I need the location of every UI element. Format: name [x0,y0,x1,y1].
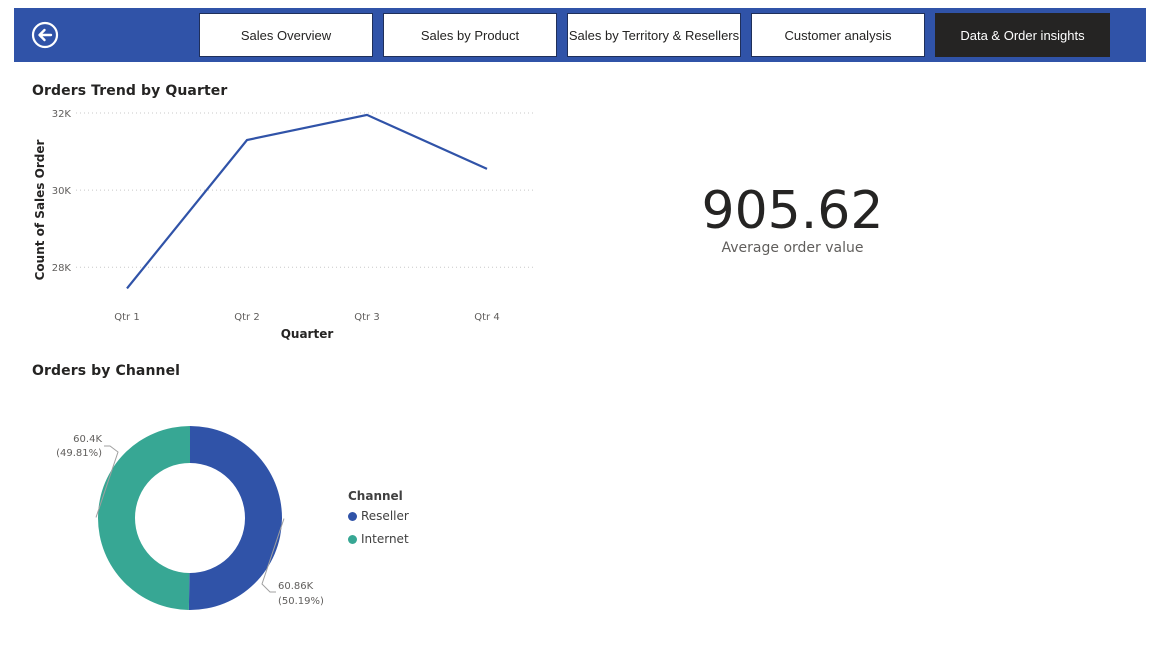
legend-item-reseller[interactable]: Reseller [348,509,409,523]
donut-percent-label: (50.19%) [278,596,324,607]
orders-by-channel-donut-chart: 60.86K (50.19%) 60.4K (49.81%) [56,426,324,610]
legend-dot-reseller [348,511,357,521]
y-tick-label: 30K [52,186,72,197]
kpi-label: Average order value [721,240,864,256]
tab-sales-by-territory-resellers[interactable]: Sales by Territory & Resellers [567,13,741,57]
legend-label-internet: Internet [361,532,409,546]
x-tick-label: Qtr 4 [474,312,499,323]
legend-dot-internet [348,534,357,544]
x-tick-label: Qtr 2 [234,312,259,323]
kpi-value: 905.62 [701,181,884,241]
donut-chart-title: Orders by Channel [32,363,181,379]
x-axis-title: Quarter [281,327,334,341]
tab-data-order-insights[interactable]: Data & Order insights [935,13,1110,57]
y-tick-label: 32K [52,109,72,120]
donut-data-label: 60.86K [278,581,314,592]
x-tick-label: Qtr 3 [354,312,379,323]
donut-data-label: 60.4K [73,434,102,445]
tab-customer-analysis[interactable]: Customer analysis [751,13,925,57]
legend-title: Channel [348,489,403,503]
x-tick-label: Qtr 1 [114,312,139,323]
legend-label-reseller: Reseller [361,509,409,523]
donut-slice-reseller[interactable] [188,426,283,610]
y-axis-title: Count of Sales Order [33,140,47,281]
legend-item-internet[interactable]: Internet [348,532,409,546]
donut-slice-internet[interactable] [98,426,190,610]
orders-trend-line-chart: Count of Sales Order Quarter 28K 30K 32K Q… [33,109,536,341]
y-tick-label: 28K [52,263,72,274]
line-series-orders [126,113,488,290]
donut-percent-label: (49.81%) [56,448,102,459]
